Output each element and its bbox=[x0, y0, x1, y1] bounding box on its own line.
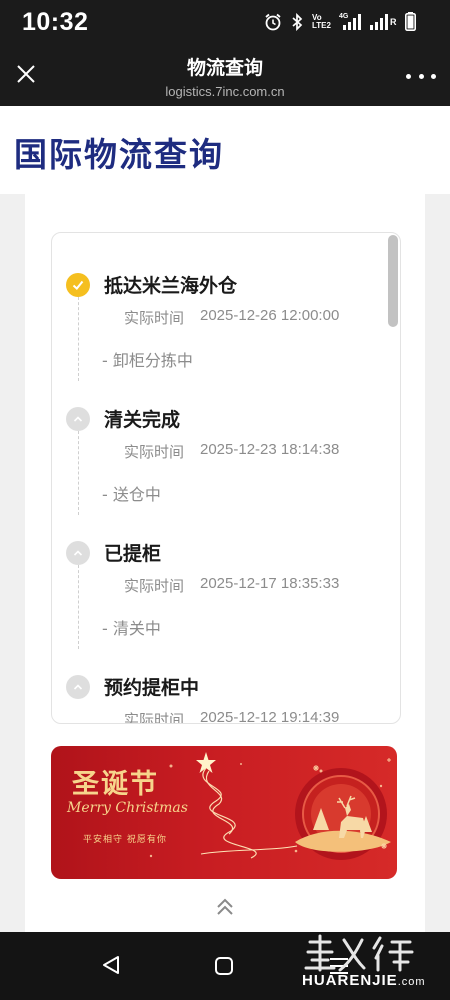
back-icon[interactable] bbox=[100, 954, 122, 976]
event-note: - 送仓中 bbox=[102, 485, 161, 504]
timeline-event: 抵达米兰海外仓 实际时间 2025-12-26 12:00:00 - 卸柜分拣中 bbox=[52, 273, 382, 407]
volte-label: Vo LTE2 bbox=[312, 12, 331, 30]
watermark-suffix: .com bbox=[397, 976, 426, 988]
dot-icon bbox=[431, 73, 436, 79]
signal-group-1: 4G bbox=[339, 13, 361, 30]
home-icon[interactable] bbox=[214, 956, 234, 976]
event-time-value: 2025-12-26 12:00:00 bbox=[200, 307, 340, 324]
webview-header: 物流查询 logistics.7inc.com.cn bbox=[0, 44, 450, 106]
volte-icon: Vo LTE2 bbox=[312, 12, 331, 30]
timeline-event: 预约提柜中 实际时间 2025-12-12 19:14:39 bbox=[52, 675, 382, 724]
event-time-value: 2025-12-12 19:14:39 bbox=[200, 709, 340, 724]
page-content: 国际物流查询 抵达米兰海外仓 实际时间 2025-12-26 12:00:00 … bbox=[0, 106, 450, 932]
watermark-brand: HUARENJIE bbox=[302, 972, 398, 989]
chevron-up-icon bbox=[66, 541, 90, 565]
chevron-up-icon bbox=[66, 407, 90, 431]
content-card: 抵达米兰海外仓 实际时间 2025-12-26 12:00:00 - 卸柜分拣中… bbox=[25, 194, 425, 932]
page-title: 国际物流查询 bbox=[14, 135, 224, 174]
header-url: logistics.7inc.com.cn bbox=[165, 84, 285, 99]
event-time-value: 2025-12-23 18:14:38 bbox=[200, 441, 340, 458]
banner-subtitle: Merry Christmas bbox=[67, 800, 188, 816]
timeline-event: 清关完成 实际时间 2025-12-23 18:14:38 - 送仓中 bbox=[52, 407, 382, 541]
dot-icon bbox=[418, 73, 424, 79]
event-time-label: 实际时间 bbox=[124, 443, 185, 461]
watermark: HUARENJIE.com bbox=[296, 934, 446, 996]
watermark-logo bbox=[304, 934, 414, 972]
status-icons: Vo LTE2 4G R bbox=[264, 12, 416, 31]
status-time: 10:32 bbox=[22, 8, 89, 36]
christmas-banner[interactable]: 圣诞节 Merry Christmas 平安相守 祝愿有你 bbox=[51, 746, 397, 879]
signal-icon bbox=[370, 13, 388, 30]
event-title: 抵达米兰海外仓 bbox=[104, 275, 238, 297]
check-icon bbox=[66, 273, 90, 297]
header-title: 物流查询 bbox=[186, 57, 263, 79]
page-banner: 国际物流查询 bbox=[0, 106, 450, 194]
event-time-value: 2025-12-17 18:35:33 bbox=[200, 575, 340, 592]
alarm-icon bbox=[265, 13, 281, 30]
event-time-label: 实际时间 bbox=[124, 309, 185, 327]
signal-group-2: R bbox=[370, 13, 397, 30]
scroll-to-top-icon[interactable] bbox=[212, 894, 238, 920]
watermark-text: HUARENJIE.com bbox=[302, 972, 426, 989]
event-title: 清关完成 bbox=[104, 409, 181, 431]
bluetooth-icon bbox=[292, 12, 303, 31]
battery-icon bbox=[405, 12, 416, 31]
scrollbar[interactable] bbox=[386, 233, 400, 723]
event-time-label: 实际时间 bbox=[124, 577, 185, 595]
event-title: 已提柜 bbox=[104, 543, 162, 565]
event-note: - 卸柜分拣中 bbox=[102, 351, 193, 370]
android-nav-bar: HUARENJIE.com bbox=[0, 932, 450, 1000]
status-bar: 10:32 Vo LTE2 4G R bbox=[0, 0, 450, 44]
tracking-timeline[interactable]: 抵达米兰海外仓 实际时间 2025-12-26 12:00:00 - 卸柜分拣中… bbox=[51, 232, 401, 724]
timeline-event: 已提柜 实际时间 2025-12-17 18:35:33 - 清关中 bbox=[52, 541, 382, 675]
banner-title: 圣诞节 bbox=[72, 769, 159, 800]
event-title: 预约提柜中 bbox=[104, 677, 200, 699]
scrollbar-thumb[interactable] bbox=[388, 235, 398, 327]
roaming-label: R bbox=[390, 16, 397, 27]
banner-caption: 平安相守 祝愿有你 bbox=[83, 835, 167, 845]
dot-icon bbox=[406, 73, 411, 79]
chevron-up-icon bbox=[66, 675, 90, 699]
more-options-button[interactable] bbox=[406, 66, 436, 86]
event-note: - 清关中 bbox=[102, 619, 161, 638]
signal-icon bbox=[343, 13, 361, 30]
event-time-label: 实际时间 bbox=[124, 711, 185, 724]
